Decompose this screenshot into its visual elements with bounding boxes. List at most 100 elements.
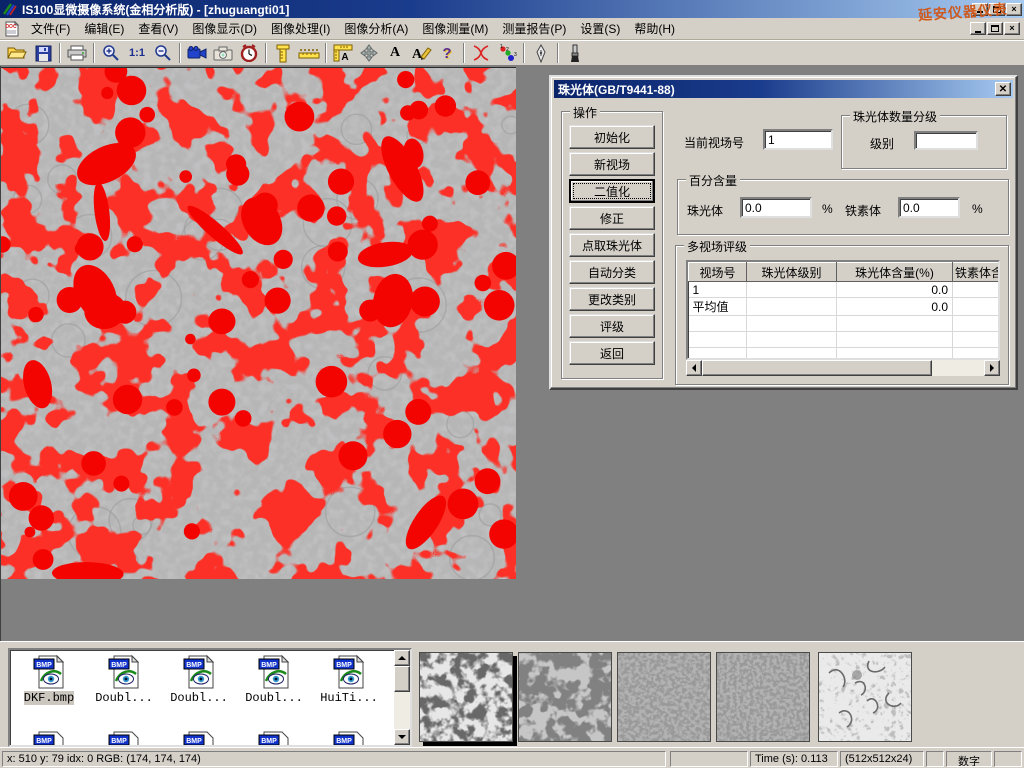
window-minimize-button[interactable] (972, 3, 988, 16)
pearlite-percent-unit: % (822, 202, 833, 216)
menu-image-display[interactable]: 图像显示(D) (185, 18, 264, 39)
file-name[interactable]: DKF.bmp (24, 691, 74, 705)
window-restore-button[interactable] (989, 3, 1005, 16)
grade-level-input[interactable] (914, 131, 978, 150)
new-field-button[interactable]: 新视场 (569, 152, 655, 176)
menu-edit[interactable]: 编辑(E) (77, 18, 131, 39)
curve-tool-button[interactable] (468, 41, 494, 65)
multi-field-table[interactable]: 视场号 珠光体级别 珠光体含量(%) 铁素体含量(%) 1 0.0 平均值 (686, 260, 1000, 360)
table-row[interactable]: 平均值 0.0 (689, 298, 1001, 316)
scrollbar-thumb[interactable] (702, 360, 932, 376)
col-pearlite-grade[interactable]: 珠光体级别 (747, 263, 837, 282)
camera-capture-button[interactable] (210, 41, 236, 65)
scroll-down-button[interactable] (394, 729, 410, 745)
file-item[interactable]: BMP DKF.bmp (12, 654, 86, 705)
file-name[interactable]: Doubl... (245, 691, 303, 705)
dialog-title-bar[interactable]: 珠光体(GB/T9441-88) ✕ (554, 80, 1013, 98)
ferrite-percent-unit: % (972, 202, 983, 216)
menu-file[interactable]: 文件(F) (24, 18, 77, 39)
file-name[interactable]: Doubl... (170, 691, 228, 705)
menu-view[interactable]: 查看(V) (131, 18, 185, 39)
menu-measure-report[interactable]: 测量报告(P) (495, 18, 573, 39)
pen-nib-icon (534, 44, 548, 63)
init-button[interactable]: 初始化 (569, 125, 655, 149)
child-close-button[interactable]: × (1004, 22, 1020, 35)
document-system-menu-icon[interactable]: DOC (4, 21, 20, 37)
col-ferrite-content[interactable]: 铁素体含量(%) (953, 263, 1001, 282)
file-item[interactable]: BMP (237, 730, 311, 747)
print-button[interactable] (64, 41, 90, 65)
text-edit-button[interactable]: A (408, 41, 434, 65)
numbered-dots-icon: 1 2 3 (497, 44, 517, 63)
letter-a-icon: A (390, 45, 400, 61)
scroll-up-button[interactable] (394, 650, 410, 666)
menu-settings[interactable]: 设置(S) (573, 18, 627, 39)
scroll-left-button[interactable] (686, 360, 702, 376)
brush-tool-button[interactable] (562, 41, 588, 65)
grade-group-label: 珠光体数量分级 (850, 108, 940, 125)
pick-pearlite-button[interactable]: 点取珠光体 (569, 233, 655, 257)
thumbnail-3[interactable] (617, 652, 711, 742)
file-item[interactable]: BMP (162, 730, 236, 747)
clock-icon (240, 44, 258, 62)
svg-text:BMP: BMP (186, 662, 202, 669)
text-tool-button[interactable]: A (382, 41, 408, 65)
help-button[interactable]: ? (434, 41, 460, 65)
menu-image-analysis[interactable]: 图像分析(A) (337, 18, 415, 39)
scrollbar-thumb[interactable] (394, 666, 410, 692)
thumbnail-1[interactable] (419, 652, 513, 742)
table-horizontal-scrollbar[interactable] (686, 360, 1000, 376)
correct-button[interactable]: 修正 (569, 206, 655, 230)
menu-help[interactable]: 帮助(H) (627, 18, 682, 39)
ferrite-percent-input[interactable] (898, 197, 960, 218)
col-pearlite-content[interactable]: 珠光体含量(%) (837, 263, 953, 282)
processing-time-status: Time (s): 0.113 (750, 751, 838, 767)
file-item[interactable]: BMP (87, 730, 161, 747)
return-button[interactable]: 返回 (569, 341, 655, 365)
svg-text:BMP: BMP (186, 738, 202, 745)
file-item[interactable]: BMP (12, 730, 86, 747)
timer-button[interactable] (236, 41, 262, 65)
point-counter-button[interactable]: 1 2 3 (494, 41, 520, 65)
file-name[interactable]: HuiTi... (320, 691, 378, 705)
thumbnail-2[interactable] (518, 652, 612, 742)
ruler-measure-button[interactable] (296, 41, 322, 65)
close-icon: ✕ (999, 84, 1007, 95)
child-restore-button[interactable] (987, 22, 1003, 35)
thumbnail-4[interactable] (716, 652, 810, 742)
menu-image-processing[interactable]: 图像处理(I) (264, 18, 337, 39)
auto-classify-button[interactable]: 自动分类 (569, 260, 655, 284)
current-field-input[interactable] (763, 129, 833, 150)
dialog-close-button[interactable]: ✕ (995, 82, 1011, 96)
pearlite-percent-input[interactable] (740, 197, 812, 218)
window-close-button[interactable]: × (1006, 3, 1022, 16)
save-button[interactable] (30, 41, 56, 65)
file-item[interactable]: BMP Doubl... (162, 654, 236, 705)
analysis-image-canvas[interactable] (1, 67, 516, 578)
menu-image-measure[interactable]: 图像测量(M) (415, 18, 495, 39)
file-item[interactable]: BMP Doubl... (237, 654, 311, 705)
file-name[interactable]: Doubl... (95, 691, 153, 705)
child-minimize-button[interactable] (970, 22, 986, 35)
scroll-right-button[interactable] (984, 360, 1000, 376)
zoom-in-button[interactable] (98, 41, 124, 65)
table-row (689, 316, 1001, 332)
measure-label-button[interactable]: A (330, 41, 356, 65)
file-item[interactable]: BMP (312, 730, 386, 747)
binarize-button[interactable]: 二值化 (569, 179, 655, 203)
file-item[interactable]: BMP HuiTi... (312, 654, 386, 705)
move-tool-button[interactable] (356, 41, 382, 65)
rate-button[interactable]: 评级 (569, 314, 655, 338)
zoom-out-button[interactable] (150, 41, 176, 65)
caliper-measure-button[interactable] (270, 41, 296, 65)
actual-size-button[interactable]: 1:1 (124, 41, 150, 65)
file-list-vertical-scrollbar[interactable] (394, 650, 410, 745)
video-capture-button[interactable] (184, 41, 210, 65)
pen-tool-button[interactable] (528, 41, 554, 65)
open-file-button[interactable] (4, 41, 30, 65)
table-row[interactable]: 1 0.0 (689, 282, 1001, 298)
col-field-number[interactable]: 视场号 (689, 263, 747, 282)
file-item[interactable]: BMP Doubl... (87, 654, 161, 705)
change-class-button[interactable]: 更改类别 (569, 287, 655, 311)
thumbnail-5[interactable] (818, 652, 912, 742)
